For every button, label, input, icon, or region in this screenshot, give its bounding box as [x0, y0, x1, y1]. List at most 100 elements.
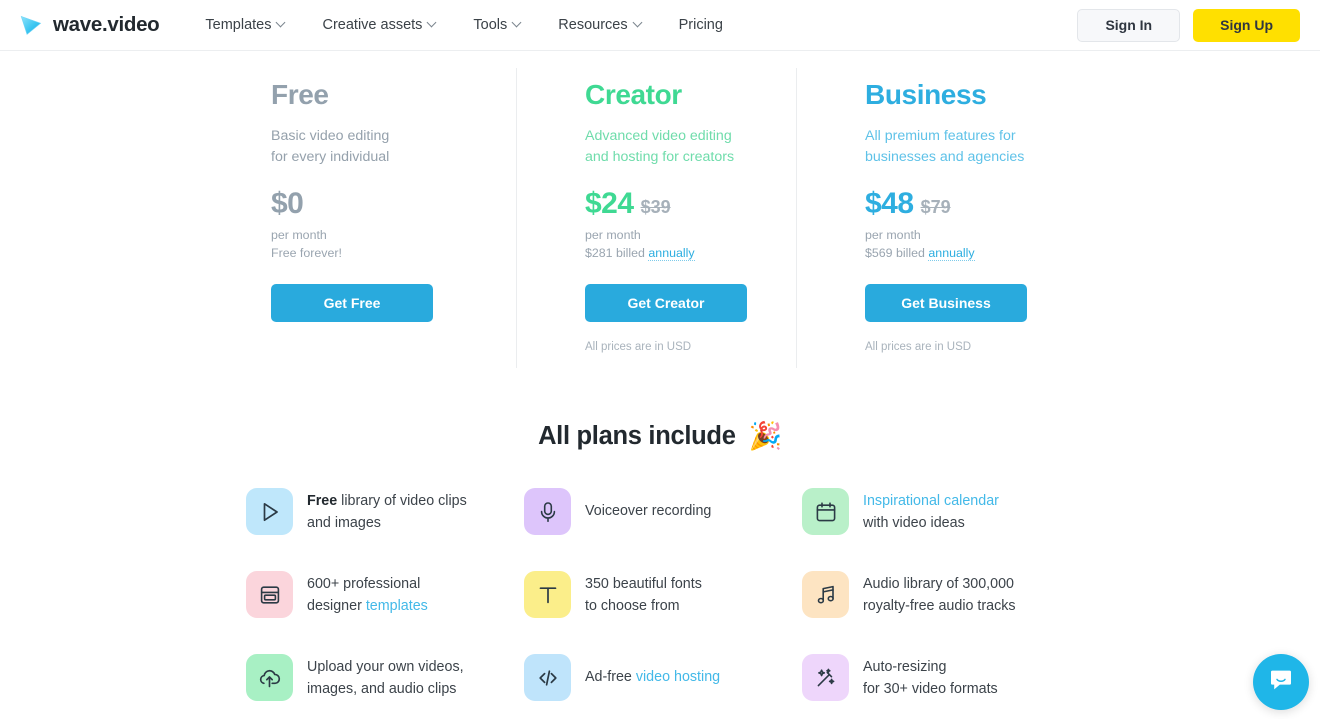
nav-item-creative-assets[interactable]: Creative assets	[304, 17, 455, 33]
template-layout-icon	[246, 571, 293, 618]
price-subtext: per month $281 billed annually	[585, 226, 831, 262]
billing-amount: $569 billed	[865, 246, 925, 260]
annually-link[interactable]: annually	[648, 246, 695, 261]
text-tool-icon	[524, 571, 571, 618]
plan-desc-line: businesses and agencies	[865, 149, 1025, 165]
billing-note: Free forever!	[271, 246, 342, 260]
price-subtext: per month $569 billed annually	[865, 226, 1111, 262]
nav-item-pricing[interactable]: Pricing	[661, 17, 741, 33]
plan-desc-line: and hosting for creators	[585, 149, 735, 165]
chevron-down-icon	[428, 19, 437, 28]
nav-item-tools[interactable]: Tools	[455, 17, 540, 33]
chevron-down-icon	[634, 19, 643, 28]
feature-line2: with video ideas	[863, 514, 965, 531]
billing-note: $569 billed annually	[865, 244, 1111, 262]
feature-line1: Audio library of 300,000	[863, 576, 1015, 592]
sign-in-button[interactable]: Sign In	[1077, 8, 1181, 42]
feature-line2: designer	[307, 597, 366, 614]
plan-desc-line: for every individual	[271, 149, 390, 165]
plan-price-original: $39	[640, 197, 671, 217]
section-heading: All plans include 🎉	[0, 422, 1320, 451]
plan-title: Free	[271, 79, 329, 110]
feature-line2: images, and audio clips	[307, 680, 457, 697]
templates-link[interactable]: templates	[366, 598, 428, 614]
feature-line1: Voiceover recording	[585, 502, 712, 519]
price-period: per month	[865, 228, 921, 242]
feature-line2: and images	[307, 514, 381, 531]
wave-play-triangle-icon	[18, 12, 44, 38]
nav-item-templates[interactable]: Templates	[195, 17, 304, 33]
get-creator-button[interactable]: Get Creator	[585, 284, 747, 322]
nav-label: Templates	[205, 17, 272, 33]
logo[interactable]: wave.video	[18, 12, 160, 38]
feature-item: Audio library of 300,000 royalty-free au…	[802, 571, 1080, 618]
price-period: per month	[585, 228, 641, 242]
music-note-icon	[802, 571, 849, 618]
nav-item-resources[interactable]: Resources	[540, 17, 660, 33]
feature-text: Inspirational calendar with video ideas	[863, 488, 999, 534]
usd-note: All prices are in USD	[865, 341, 972, 353]
feature-item: Voiceover recording	[524, 488, 802, 535]
feature-item: Free library of video clips and images	[246, 488, 524, 535]
feature-line2: for 30+ video formats	[863, 680, 998, 697]
billing-amount: $281 billed	[585, 246, 645, 260]
feature-text: Audio library of 300,000 royalty-free au…	[863, 571, 1016, 617]
nav-label: Tools	[473, 17, 508, 33]
feature-line1: library of video clips	[337, 493, 467, 509]
chevron-down-icon	[277, 19, 286, 28]
plan-cards: Free Basic video editing for every indiv…	[0, 81, 1320, 353]
microphone-icon	[524, 488, 571, 535]
feature-text: Voiceover recording	[585, 501, 711, 523]
plan-price: $48	[865, 187, 914, 220]
price-row: $0	[271, 187, 551, 220]
price-row: $24 $39	[585, 187, 831, 220]
billing-note: $281 billed annually	[585, 244, 831, 262]
get-free-button[interactable]: Get Free	[271, 284, 433, 322]
plan-price-original: $79	[920, 197, 951, 217]
chevron-down-icon	[513, 19, 522, 28]
cloud-upload-icon	[246, 654, 293, 701]
feature-bold: Free	[307, 493, 338, 509]
feature-line1: 350 beautiful fonts	[585, 576, 702, 592]
feature-text: Auto-resizing for 30+ video formats	[863, 654, 998, 700]
feature-text: Upload your own videos, images, and audi…	[307, 654, 464, 700]
magic-wand-icon	[802, 654, 849, 701]
video-hosting-link[interactable]: video hosting	[636, 669, 720, 685]
feature-text: 350 beautiful fonts to choose from	[585, 571, 702, 617]
feature-grid: Free library of video clips and images V…	[0, 488, 1320, 701]
plan-title: Business	[865, 79, 987, 110]
logo-text: wave.video	[53, 13, 160, 36]
feature-item: Inspirational calendar with video ideas	[802, 488, 1080, 535]
feature-line2: royalty-free audio tracks	[863, 597, 1016, 614]
section-heading-text: All plans include	[538, 422, 736, 450]
sign-up-button[interactable]: Sign Up	[1193, 8, 1300, 42]
party-popper-icon: 🎉	[748, 421, 783, 451]
feature-item: 600+ professional designer templates	[246, 571, 524, 618]
plan-description: Basic video editing for every individual	[271, 126, 551, 168]
site-header: wave.video Templates Creative assets Too…	[0, 0, 1320, 51]
feature-item: 350 beautiful fonts to choose from	[524, 571, 802, 618]
feature-text: Ad-free video hosting	[585, 667, 720, 689]
chat-launcher-button[interactable]	[1253, 654, 1309, 710]
inspirational-calendar-link[interactable]: Inspirational calendar	[863, 493, 999, 509]
feature-text: 600+ professional designer templates	[307, 571, 428, 617]
get-business-button[interactable]: Get Business	[865, 284, 1027, 322]
feature-line1: 600+ professional	[307, 576, 421, 592]
main-nav: Templates Creative assets Tools Resource…	[195, 17, 741, 33]
header-actions: Sign In Sign Up	[1077, 8, 1300, 42]
price-period: per month	[271, 228, 327, 242]
plan-card-creator: Creator Advanced video editing and hosti…	[551, 81, 831, 353]
pricing-section: Free Basic video editing for every indiv…	[0, 51, 1320, 368]
plan-card-free: Free Basic video editing for every indiv…	[271, 81, 551, 353]
nav-label: Creative assets	[322, 17, 423, 33]
plan-price: $0	[271, 187, 304, 220]
annually-link[interactable]: annually	[928, 246, 975, 261]
plan-card-business: Business All premium features for busine…	[831, 81, 1111, 353]
play-button-icon	[246, 488, 293, 535]
usd-note: All prices are in USD	[585, 341, 692, 353]
plan-description: All premium features for businesses and …	[865, 126, 1111, 168]
price-row: $48 $79	[865, 187, 1111, 220]
plan-desc-line: All premium features for	[865, 128, 1016, 144]
all-plans-include-section: All plans include 🎉 Free library of vide…	[0, 422, 1320, 701]
nav-label: Pricing	[678, 17, 723, 33]
